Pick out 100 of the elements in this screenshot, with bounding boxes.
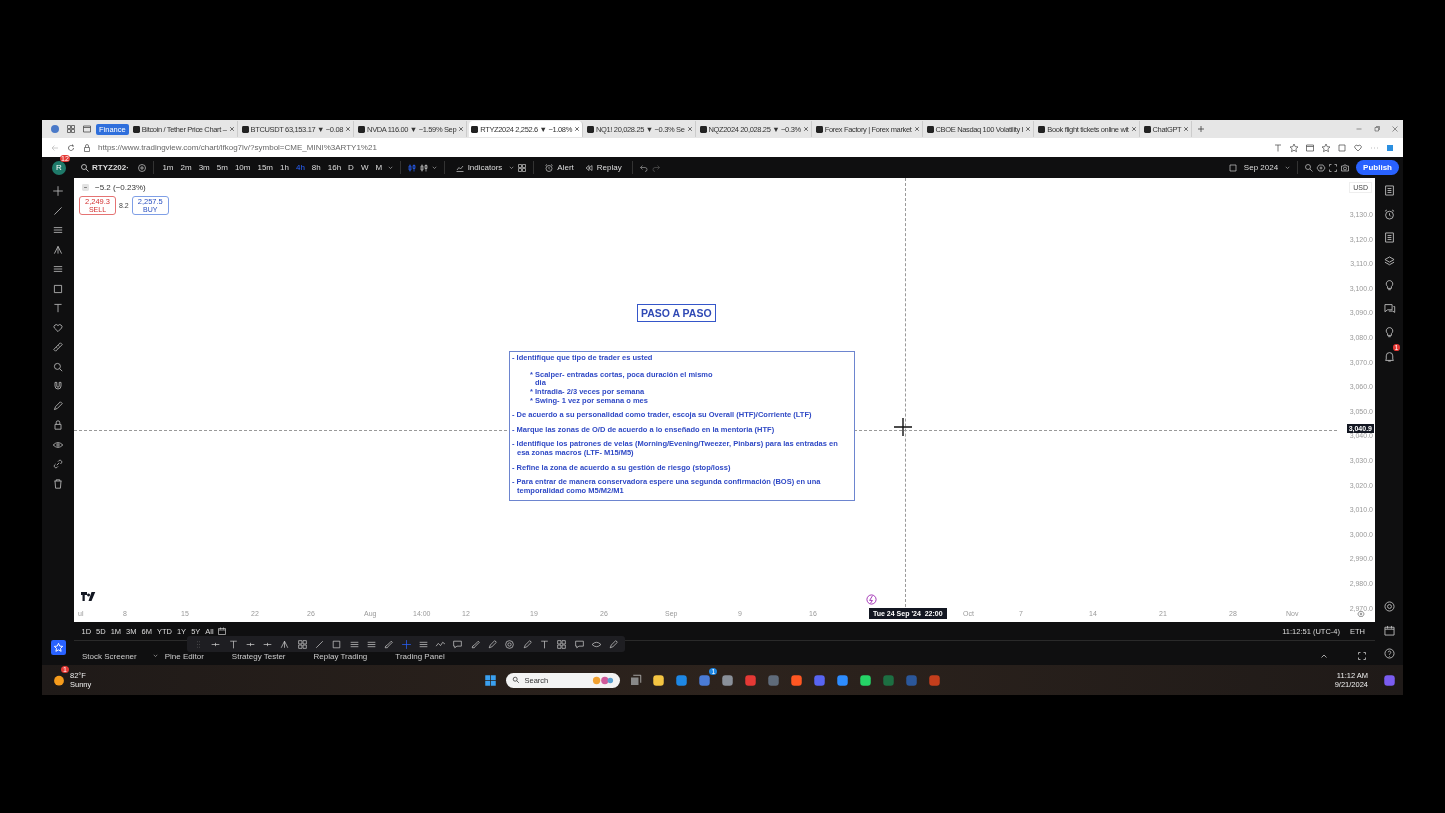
rectangle-icon[interactable] — [52, 282, 64, 295]
trend-line-icon[interactable] — [314, 638, 326, 650]
target-icon[interactable] — [1382, 600, 1396, 613]
interval-button[interactable]: 3m — [196, 163, 213, 172]
reload-icon[interactable] — [66, 142, 76, 153]
horizontal-lines-icon[interactable] — [52, 224, 64, 236]
workspaces-icon[interactable] — [66, 124, 76, 134]
close-icon[interactable] — [1025, 126, 1032, 132]
indicators-button[interactable]: Indicators — [450, 162, 507, 173]
target-icon[interactable] — [504, 638, 516, 650]
callout-icon[interactable] — [452, 638, 464, 650]
lock-icon[interactable] — [52, 419, 64, 431]
zigzag-icon[interactable] — [435, 638, 447, 650]
list-icon[interactable] — [1382, 231, 1396, 244]
fullscreen-icon[interactable] — [1328, 162, 1339, 173]
link-icon[interactable] — [52, 458, 64, 470]
close-icon[interactable] — [345, 126, 352, 132]
chat-icon[interactable] — [1382, 301, 1396, 315]
add-symbol-icon[interactable] — [136, 162, 147, 173]
replay-button[interactable]: Replay — [579, 162, 626, 173]
close-icon[interactable] — [228, 126, 235, 132]
star-icon[interactable] — [1289, 142, 1299, 153]
heart-icon[interactable] — [52, 321, 64, 334]
grid-icon[interactable] — [556, 638, 568, 650]
windows-start-icon[interactable] — [483, 672, 499, 688]
maximize-icon[interactable] — [1357, 651, 1367, 661]
parallel-lines-icon[interactable] — [52, 263, 64, 275]
date-range-button[interactable]: Sep 2024 — [1239, 163, 1283, 172]
sun-icon[interactable] — [52, 673, 66, 687]
panel-tab[interactable]: Pine Editor — [164, 651, 204, 661]
layout-icon[interactable] — [1227, 162, 1238, 173]
interval-button[interactable]: 10m — [232, 163, 253, 172]
text-cursor-icon[interactable] — [227, 638, 239, 650]
caret-icon[interactable] — [430, 164, 438, 171]
favorites-icon[interactable] — [1321, 142, 1331, 153]
panel-tab[interactable]: Stock Screener — [82, 651, 137, 661]
interval-button[interactable]: 1h — [277, 163, 292, 172]
interval-button[interactable]: 8h — [309, 163, 324, 172]
interval-button[interactable]: M — [372, 163, 385, 172]
panel-tab[interactable]: Strategy Tester — [231, 651, 286, 661]
close-icon[interactable] — [913, 126, 920, 132]
close-icon[interactable] — [573, 126, 580, 132]
trend-line-icon[interactable] — [52, 204, 64, 217]
publish-button[interactable]: Publish — [1356, 160, 1399, 175]
magnet-icon[interactable] — [52, 380, 64, 392]
panel-tab[interactable]: Replay Trading — [313, 651, 368, 661]
camera-icon[interactable] — [1340, 162, 1351, 173]
crosshair-icon[interactable] — [52, 185, 64, 197]
caret-icon[interactable] — [152, 652, 159, 659]
new-tab-icon[interactable] — [1196, 124, 1207, 134]
text-tool-icon[interactable] — [538, 638, 550, 650]
star-icon[interactable] — [50, 640, 66, 655]
callout-icon[interactable] — [573, 638, 585, 650]
interval-button[interactable]: 16h — [325, 163, 344, 172]
calendar-icon[interactable] — [1382, 623, 1396, 637]
close-icon[interactable] — [1183, 126, 1190, 132]
fork-icon[interactable] — [52, 243, 64, 256]
interval-button[interactable]: 1m — [159, 163, 177, 172]
caret-icon[interactable] — [508, 164, 516, 171]
app-icon[interactable] — [789, 672, 805, 688]
rectangle-icon[interactable] — [331, 638, 343, 650]
caret-icon[interactable] — [386, 164, 394, 171]
layers-icon[interactable] — [1382, 254, 1396, 268]
interval-button[interactable]: 15m — [254, 163, 276, 172]
search-icon[interactable] — [80, 162, 90, 173]
pencil-icon[interactable] — [521, 638, 533, 650]
calendar-icon[interactable] — [217, 626, 228, 636]
task-view-icon[interactable] — [628, 672, 644, 688]
trash-icon[interactable] — [52, 477, 64, 490]
split-screen-icon[interactable] — [1305, 142, 1315, 153]
interval-button[interactable]: 2m — [178, 163, 195, 172]
heart-icon[interactable] — [1353, 142, 1363, 153]
zoom-icon[interactable] — [52, 360, 64, 373]
caret-icon[interactable] — [1284, 164, 1292, 171]
undo-icon[interactable] — [638, 162, 649, 173]
interval-button[interactable]: D — [345, 163, 357, 172]
browser-logo-icon[interactable] — [50, 124, 60, 134]
close-icon[interactable] — [1130, 126, 1137, 132]
help-icon[interactable] — [1382, 647, 1396, 660]
interval-button[interactable]: 5m — [214, 163, 231, 172]
text-tool-icon[interactable] — [52, 302, 64, 314]
close-icon[interactable] — [686, 126, 693, 132]
interval-button[interactable]: 4h — [293, 163, 308, 172]
grid-icon[interactable] — [296, 638, 308, 650]
close-icon[interactable] — [802, 126, 809, 132]
close-icon[interactable] — [1390, 124, 1400, 134]
search-icon[interactable] — [1304, 162, 1315, 173]
restore-icon[interactable] — [1372, 124, 1382, 134]
user-avatar[interactable]: R — [52, 160, 66, 175]
collapse-icon[interactable] — [82, 184, 89, 191]
interval-button[interactable]: W — [358, 163, 371, 172]
panel-tab[interactable]: Trading Panel — [395, 651, 445, 661]
list-icon[interactable] — [1382, 184, 1396, 197]
alarm-clock-icon[interactable] — [1382, 207, 1396, 221]
pen-icon[interactable] — [608, 638, 620, 650]
ruler-icon[interactable] — [52, 341, 64, 353]
pencil-icon[interactable] — [52, 399, 64, 412]
layout-grid-icon[interactable] — [517, 162, 528, 173]
lightning-icon[interactable] — [866, 594, 877, 605]
symbol-search[interactable]: RTYZ202· — [92, 163, 129, 172]
